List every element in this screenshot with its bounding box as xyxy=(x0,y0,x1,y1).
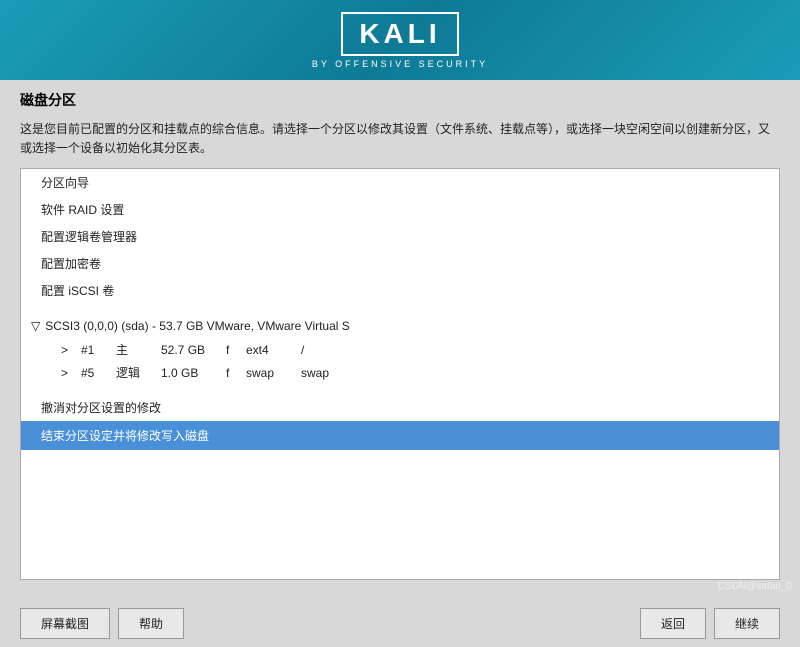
page-description: 这是您目前已配置的分区和挂载点的综合信息。请选择一个分区以修改其设置（文件系统、… xyxy=(20,120,780,158)
kali-subtitle: BY OFFENSIVE SECURITY xyxy=(312,59,488,69)
left-buttons: 屏幕截图 帮助 xyxy=(20,608,184,639)
partition-num-1: #1 xyxy=(81,343,116,357)
partition-flag-1: f xyxy=(226,343,246,357)
partition-size-1: 52.7 GB xyxy=(161,343,226,357)
page-title: 磁盘分区 xyxy=(20,90,780,110)
watermark: CSDN@satan_0 xyxy=(718,581,792,592)
partition-fs-1: ext4 xyxy=(246,343,301,357)
menu-item-wizard[interactable]: 分区向导 xyxy=(21,169,779,196)
menu-item-iscsi[interactable]: 配置 iSCSI 卷 xyxy=(21,277,779,304)
bottom-bar: 屏幕截图 帮助 返回 继续 xyxy=(0,600,800,647)
partition-arrow-1: > xyxy=(61,343,81,357)
partition-size-5: 1.0 GB xyxy=(161,366,226,380)
partition-arrow-5: > xyxy=(61,366,81,380)
screenshot-button[interactable]: 屏幕截图 xyxy=(20,608,110,639)
back-button[interactable]: 返回 xyxy=(640,608,706,639)
right-buttons: 返回 继续 xyxy=(640,608,780,639)
header: KALI BY OFFENSIVE SECURITY xyxy=(0,0,800,80)
partition-flag-5: f xyxy=(226,366,246,380)
disk-expand-icon: ▽ xyxy=(31,319,40,333)
action-undo[interactable]: 撤消对分区设置的修改 xyxy=(21,394,779,421)
partition-row-1[interactable]: > #1 主 52.7 GB f ext4 / xyxy=(21,338,779,361)
disk-header[interactable]: ▽ SCSI3 (0,0,0) (sda) - 53.7 GB VMware, … xyxy=(21,314,779,338)
partition-mount-5: swap xyxy=(301,366,351,380)
partition-panel: 分区向导 软件 RAID 设置 配置逻辑卷管理器 配置加密卷 配置 iSCSI … xyxy=(20,168,780,580)
menu-item-lvm[interactable]: 配置逻辑卷管理器 xyxy=(21,223,779,250)
partition-mount-1: / xyxy=(301,343,351,357)
kali-logo: KALI BY OFFENSIVE SECURITY xyxy=(312,12,488,69)
continue-button[interactable]: 继续 xyxy=(714,608,780,639)
action-finish[interactable]: 结束分区设定并将修改写入磁盘 xyxy=(21,421,779,450)
partition-fs-5: swap xyxy=(246,366,301,380)
kali-title: KALI xyxy=(341,12,458,56)
partition-type-5: 逻辑 xyxy=(116,364,161,381)
partition-row-5[interactable]: > #5 逻辑 1.0 GB f swap swap xyxy=(21,361,779,384)
disk-label: SCSI3 (0,0,0) (sda) - 53.7 GB VMware, VM… xyxy=(45,319,350,333)
main-content: 磁盘分区 这是您目前已配置的分区和挂载点的综合信息。请选择一个分区以修改其设置（… xyxy=(0,80,800,600)
menu-item-raid[interactable]: 软件 RAID 设置 xyxy=(21,196,779,223)
menu-item-encrypt[interactable]: 配置加密卷 xyxy=(21,250,779,277)
help-button[interactable]: 帮助 xyxy=(118,608,184,639)
partition-num-5: #5 xyxy=(81,366,116,380)
partition-type-1: 主 xyxy=(116,341,161,358)
